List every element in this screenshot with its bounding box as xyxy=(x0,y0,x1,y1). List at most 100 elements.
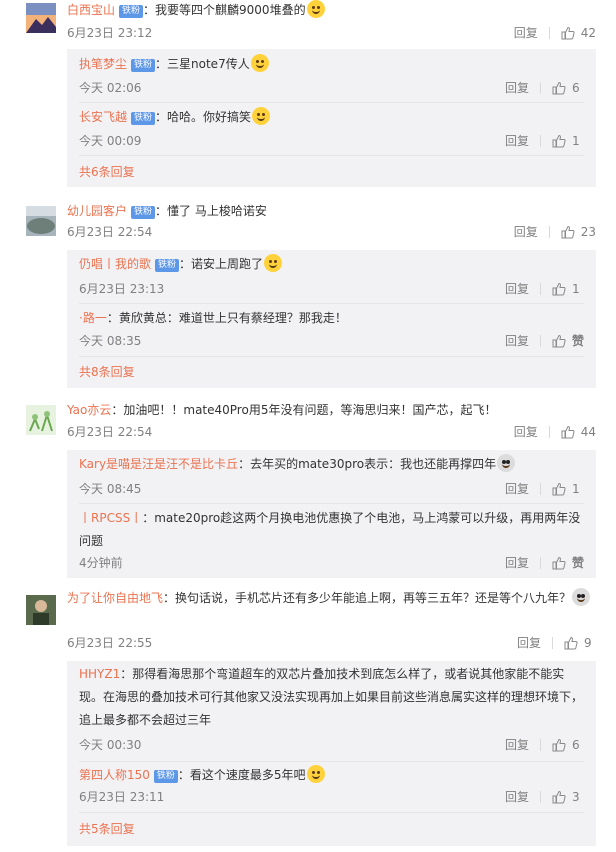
reply-button[interactable]: 回复 xyxy=(505,332,529,350)
comment-username[interactable]: Yao亦云 xyxy=(67,403,111,417)
reply-list: HHYZ1：那得看海思那个弯道超车的双芯片叠加技术到底怎么样了，或者说其他家能不… xyxy=(67,661,596,846)
avatar[interactable] xyxy=(26,206,56,236)
like-count: 6 xyxy=(572,738,580,752)
reply-time: 今天 08:35 xyxy=(79,334,142,348)
shocked-emoji-icon xyxy=(497,454,516,472)
reply-item: 仍唱丨我的歌 铁粉 ：诺安上周跑了 6月23日 23:13 回复 1 xyxy=(79,253,584,296)
reply-button[interactable]: 回复 xyxy=(505,736,529,754)
reply-body: ：黄欣黄总：难道世上只有蔡经理？那我走！ xyxy=(106,311,347,325)
reply-button[interactable]: 回复 xyxy=(517,634,541,652)
reply-body: ：mate20pro趁这两个月换电池优惠换了个电池，马上鸿蒙可以升级，再用两年没… xyxy=(79,511,581,548)
like-button[interactable]: 9 xyxy=(564,634,596,652)
like-button[interactable]: 1 xyxy=(552,480,584,498)
like-count: 1 xyxy=(572,482,580,496)
reply-button[interactable]: 回复 xyxy=(505,132,529,150)
like-button[interactable]: 3 xyxy=(552,788,584,806)
comment-body: ：加油吧！！mate40Pro用5年没有问题，等海思归来！国产芯，起飞！ xyxy=(111,403,497,417)
reply-button[interactable]: 回复 xyxy=(514,423,538,441)
thumbs-up-icon xyxy=(552,790,566,804)
divider xyxy=(79,356,584,357)
like-button[interactable]: 6 xyxy=(552,736,584,754)
like-button[interactable]: 23 xyxy=(561,223,596,241)
more-replies-link[interactable]: 共8条回复 xyxy=(79,363,135,381)
fan-badge: 铁粉 xyxy=(131,206,156,219)
more-replies-link[interactable]: 共5条回复 xyxy=(79,820,135,838)
reply-username[interactable]: ·路一 xyxy=(79,311,107,325)
reply-list: Kary是喵是汪是汪不是比卡丘：去年买的mate30pro表示：我也还能再撑四年… xyxy=(67,450,596,578)
thumbs-up-icon xyxy=(552,134,566,148)
divider xyxy=(548,426,550,438)
reply-body: ：看这个速度最多5年吧 xyxy=(177,768,306,782)
fan-badge: 铁粉 xyxy=(131,112,156,125)
like-count: 1 xyxy=(572,134,580,148)
reply-button[interactable]: 回复 xyxy=(505,788,529,806)
comment-text: 为了让你自由地飞：换句话说，手机芯片还有多少年能追上啊，再等三五年？还是等个八九… xyxy=(67,588,596,608)
reply-body: ：哈哈。你好搞笑 xyxy=(155,110,252,124)
divider xyxy=(548,27,550,39)
comment-text: Yao亦云：加油吧！！mate40Pro用5年没有问题，等海思归来！国产芯，起飞… xyxy=(67,400,596,420)
comment-body: ：我要等四个麒麟9000堆叠的 xyxy=(143,3,306,17)
reply-username[interactable]: 丨RPCSS丨 xyxy=(79,511,142,525)
divider xyxy=(540,82,541,94)
fan-badge: 铁粉 xyxy=(153,770,178,783)
reply-body: ：诺安上周跑了 xyxy=(179,257,264,271)
like-button[interactable]: 赞 xyxy=(552,332,584,350)
like-count: 23 xyxy=(580,225,596,239)
divider xyxy=(79,503,584,504)
comment-username[interactable]: 幼儿园客户 xyxy=(67,204,127,218)
reply-username[interactable]: 执笔梦尘 xyxy=(79,57,127,71)
divider xyxy=(540,739,541,751)
reply-username[interactable]: 仍唱丨我的歌 xyxy=(79,257,151,271)
reply-time: 4分钟前 xyxy=(79,556,123,570)
grin-emoji-icon xyxy=(306,0,325,18)
reply-time: 6月23日 23:13 xyxy=(79,282,165,296)
like-button[interactable]: 赞 xyxy=(552,554,584,572)
comment-text: 白西宝山 铁粉 ：我要等四个麒麟9000堆叠的 xyxy=(67,0,596,20)
more-replies-link[interactable]: 共6条回复 xyxy=(79,163,135,181)
divider xyxy=(79,812,584,813)
divider xyxy=(79,102,584,103)
reply-item: 执笔梦尘 铁粉 ：三星note7传人 今天 02:06 回复 6 xyxy=(79,53,584,95)
like-count: 3 xyxy=(572,790,580,804)
divider xyxy=(539,557,541,569)
comment-time: 6月23日 22:54 xyxy=(67,225,153,239)
reply-button[interactable]: 回复 xyxy=(505,554,529,572)
reply-username[interactable]: HHYZ1 xyxy=(79,667,120,681)
reply-button[interactable]: 回复 xyxy=(514,223,538,241)
comment-time: 6月23日 23:12 xyxy=(67,26,153,40)
avatar[interactable] xyxy=(26,595,56,625)
thumbs-up-icon xyxy=(552,482,566,496)
reply-username[interactable]: Kary是喵是汪是汪不是比卡丘 xyxy=(79,457,238,471)
reply-list: 仍唱丨我的歌 铁粉 ：诺安上周跑了 6月23日 23:13 回复 1 ·路一：黄欣黄… xyxy=(67,250,596,388)
reply-item: ·路一：黄欣黄总：难道世上只有蔡经理？那我走！ 今天 08:35 回复 赞 xyxy=(79,307,584,348)
reply-username[interactable]: 长安飞越 xyxy=(79,110,127,124)
fan-badge: 铁粉 xyxy=(131,59,156,72)
laugh-tears-emoji-icon xyxy=(306,765,325,783)
like-button[interactable]: 1 xyxy=(552,280,584,298)
like-count: 44 xyxy=(580,425,596,439)
reply-button[interactable]: 回复 xyxy=(514,24,538,42)
thumbs-up-icon xyxy=(552,556,566,570)
reply-username[interactable]: 第四人称150 xyxy=(79,768,150,782)
reply-item: 长安飞越 铁粉 ：哈哈。你好搞笑 今天 00:09 回复 1 xyxy=(79,106,584,148)
avatar[interactable] xyxy=(26,3,56,33)
reply-time: 今天 00:30 xyxy=(79,738,142,752)
reply-item: HHYZ1：那得看海思那个弯道超车的双芯片叠加技术到底怎么样了，或者说其他家能不… xyxy=(79,663,584,752)
like-button[interactable]: 6 xyxy=(552,79,584,97)
like-button[interactable]: 42 xyxy=(561,24,596,42)
like-button[interactable]: 1 xyxy=(552,132,584,150)
like-count: 赞 xyxy=(571,334,584,348)
reply-button[interactable]: 回复 xyxy=(505,480,529,498)
like-button[interactable]: 44 xyxy=(561,423,596,441)
like-count: 42 xyxy=(580,26,596,40)
divider xyxy=(539,335,541,347)
avatar[interactable] xyxy=(26,405,56,435)
reply-time: 今天 08:45 xyxy=(79,482,142,496)
reply-button[interactable]: 回复 xyxy=(505,79,529,97)
comment-username[interactable]: 为了让你自由地飞 xyxy=(67,591,163,605)
thumbs-up-icon xyxy=(552,282,566,296)
comment-username[interactable]: 白西宝山 xyxy=(67,3,115,17)
reply-button[interactable]: 回复 xyxy=(505,280,529,298)
like-count: 6 xyxy=(572,81,580,95)
reply-item: 第四人称150 铁粉 ：看这个速度最多5年吧 6月23日 23:11 回复 3 xyxy=(79,764,584,804)
